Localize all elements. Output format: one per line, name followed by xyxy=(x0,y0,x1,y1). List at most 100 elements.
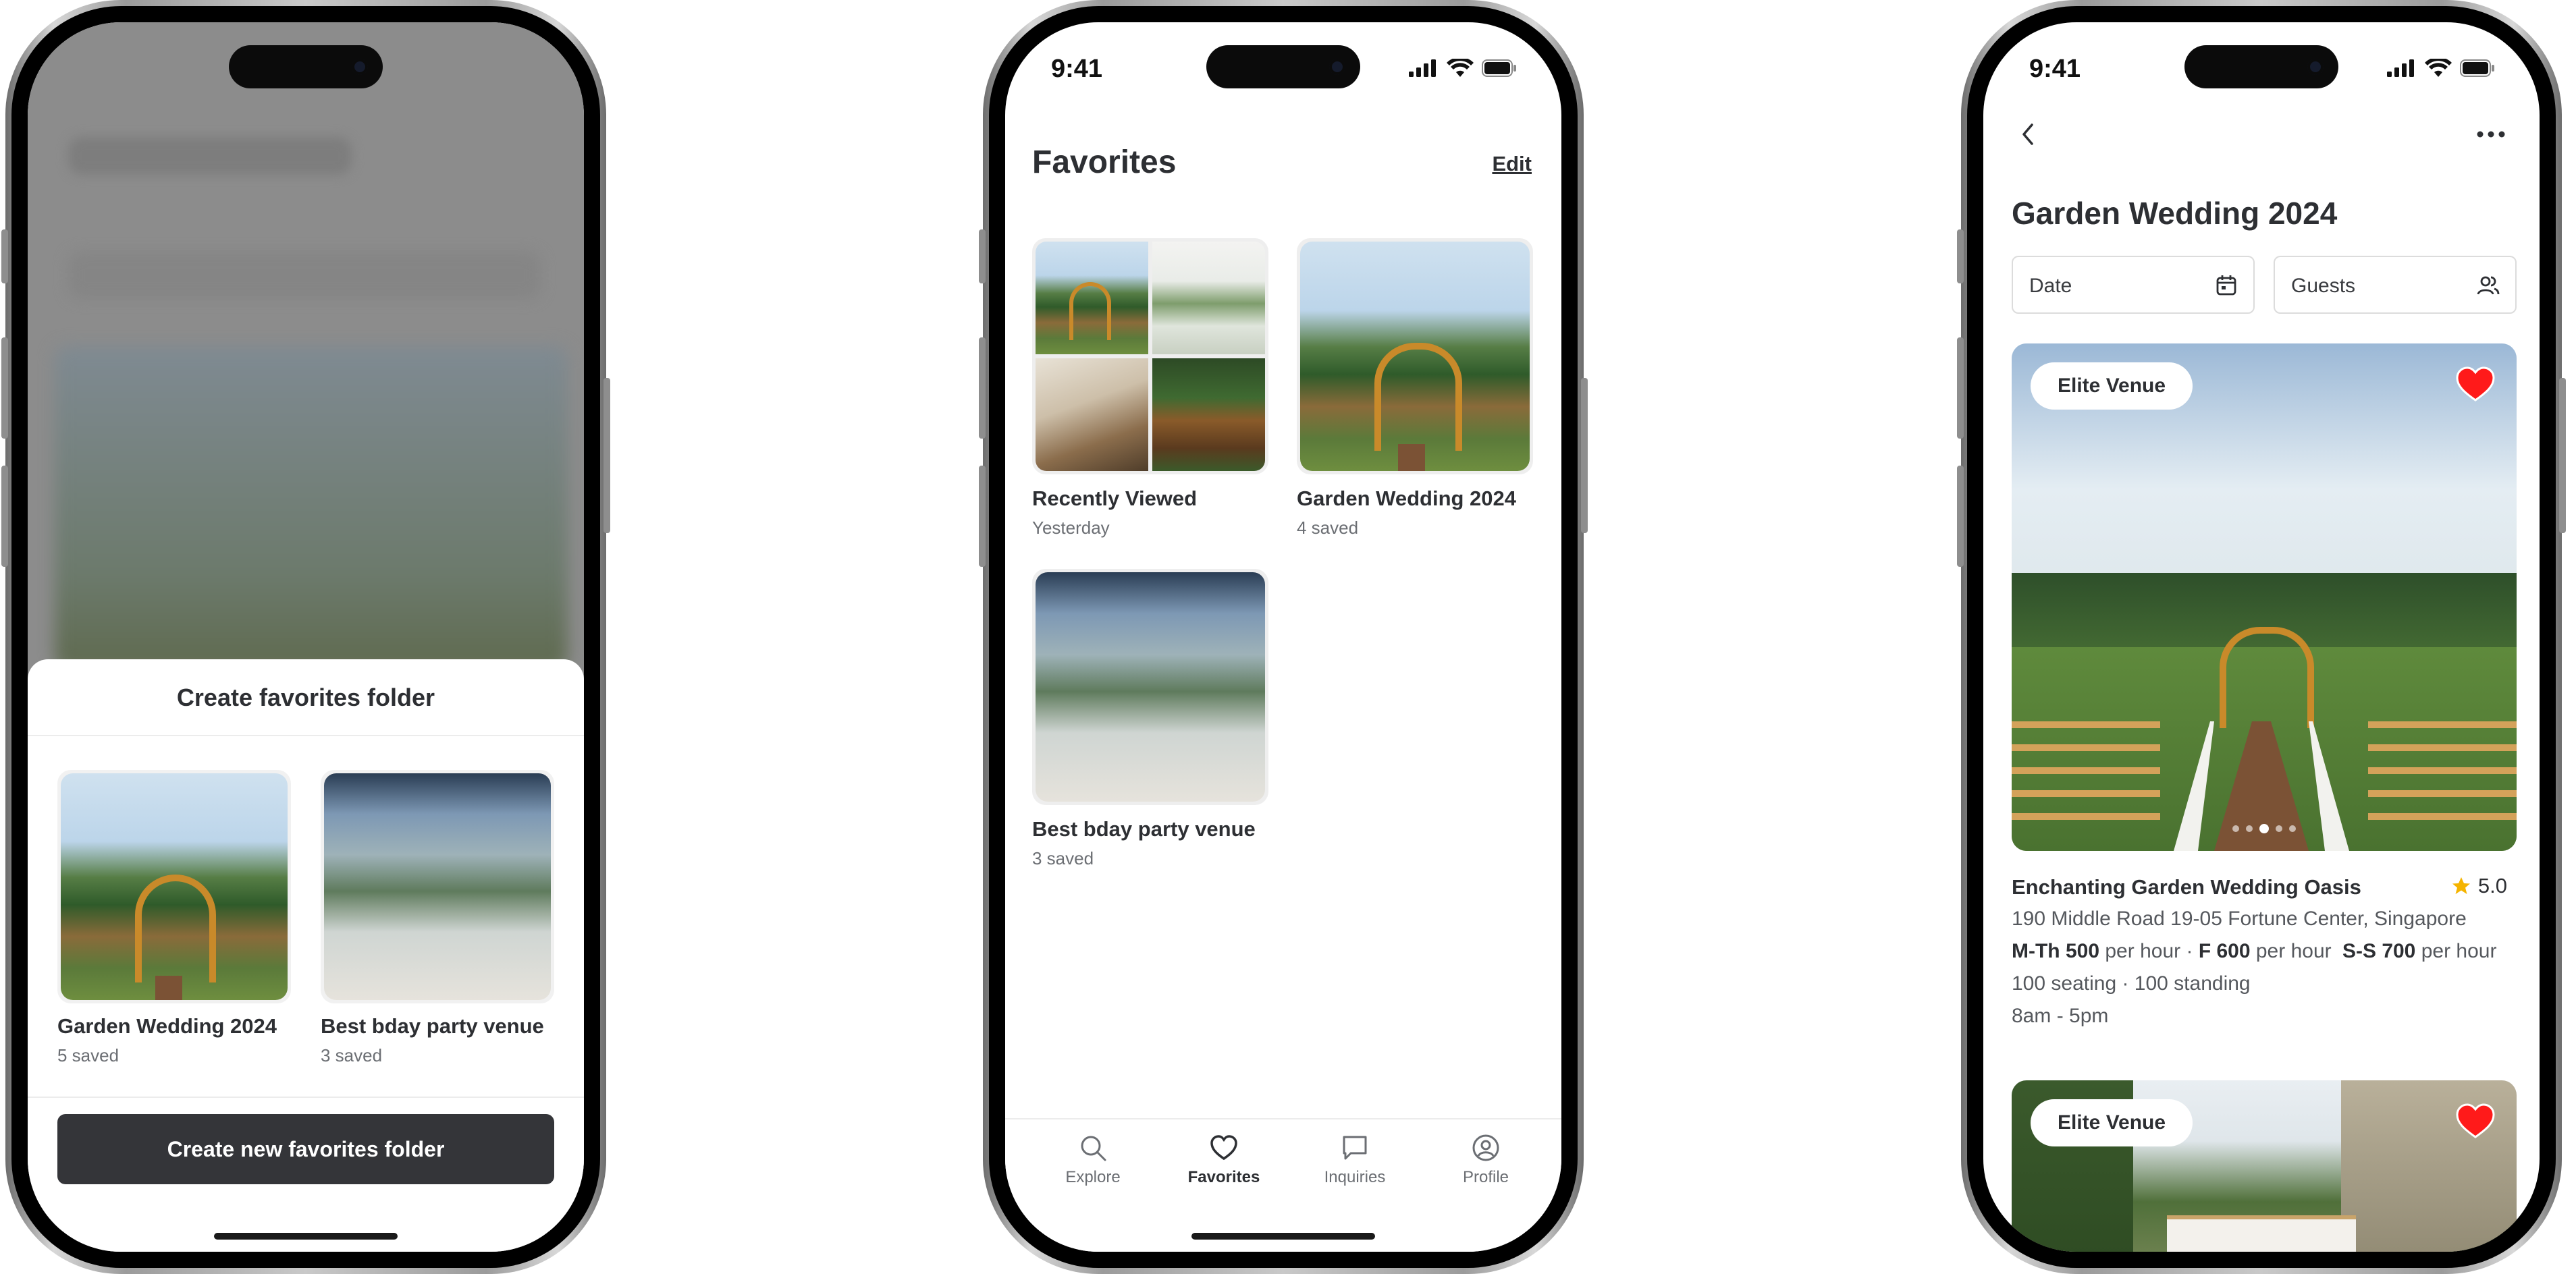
venue-photo[interactable]: Elite Venue xyxy=(2012,343,2517,851)
date-filter-label: Date xyxy=(2029,275,2072,297)
phone-favorites: 9:41 Favorites Edit Recently Viewed Yest… xyxy=(979,0,1588,1274)
venue-hours: 8am - 5pm xyxy=(2012,1005,2109,1027)
tab-label: Inquiries xyxy=(1324,1168,1386,1186)
heart-icon xyxy=(1210,1135,1237,1161)
guests-filter[interactable]: Guests xyxy=(2274,256,2517,314)
side-button xyxy=(1,229,8,283)
folder-name: Garden Wedding 2024 xyxy=(57,1014,277,1038)
thumbnail-mosaic xyxy=(1036,242,1265,471)
folder-card[interactable]: Garden Wedding 2024 4 saved xyxy=(1297,238,1533,538)
create-folder-button[interactable]: Create new favorites folder xyxy=(57,1114,554,1184)
folder-thumbnail xyxy=(1032,238,1268,474)
back-chevron-icon[interactable] xyxy=(2018,121,2039,148)
garden-photo xyxy=(1036,242,1148,354)
folder-name: Best bday party venue xyxy=(321,1014,544,1038)
date-filter[interactable]: Date xyxy=(2012,256,2255,314)
hall-photo xyxy=(1036,572,1265,802)
wifi-icon xyxy=(2425,59,2452,77)
hall-photo xyxy=(324,773,551,1000)
folder-count: 3 saved xyxy=(321,1045,383,1065)
tab-label: Profile xyxy=(1462,1168,1509,1186)
elite-venue-badge: Elite Venue xyxy=(2031,1099,2193,1146)
tab-label: Explore xyxy=(1065,1168,1121,1186)
tab-explore[interactable]: Explore xyxy=(1039,1133,1147,1187)
star-icon xyxy=(2452,877,2470,894)
side-button xyxy=(979,229,986,283)
tab-label: Favorites xyxy=(1187,1168,1260,1186)
edit-link[interactable]: Edit xyxy=(1492,152,1532,176)
screen: Create favorites folder Garden Wedding 2… xyxy=(28,22,584,1252)
separator-dot: · xyxy=(2186,940,2193,962)
side-button xyxy=(2559,378,2566,533)
folder-card[interactable]: Best bday party venue 3 saved xyxy=(1032,569,1268,869)
side-button xyxy=(1,337,8,439)
price-unit: per hour xyxy=(2105,940,2181,962)
dynamic-island xyxy=(229,45,383,88)
side-button xyxy=(1,466,8,567)
favorite-heart-icon[interactable] xyxy=(2456,366,2495,401)
folder-thumbnail xyxy=(1297,238,1533,474)
home-indicator xyxy=(1191,1233,1375,1240)
status-time: 9:41 xyxy=(1051,55,1103,83)
price-ss: S-S 700 xyxy=(2342,940,2416,962)
search-icon xyxy=(1081,1136,1106,1161)
folder-card[interactable]: Recently Viewed Yesterday xyxy=(1032,238,1268,538)
rating-value: 5.0 xyxy=(2477,874,2507,897)
folder-thumbnail xyxy=(321,770,554,1003)
screen: 9:41 Favorites Edit Recently Viewed Yest… xyxy=(1005,22,1561,1252)
garden-photo xyxy=(61,773,288,1000)
favorite-heart-icon[interactable] xyxy=(2456,1103,2495,1138)
folder-card[interactable]: Best bday party venue 3 saved xyxy=(321,770,554,1066)
garden-photo xyxy=(1300,242,1530,471)
elite-venue-badge: Elite Venue xyxy=(2031,362,2193,410)
phone-create-folder: Create favorites folder Garden Wedding 2… xyxy=(1,0,610,1274)
venue-address: 190 Middle Road 19-05 Fortune Center, Si… xyxy=(2012,908,2467,930)
tab-profile[interactable]: Profile xyxy=(1432,1133,1540,1187)
battery-icon xyxy=(2460,59,2494,77)
folder-name: Best bday party venue xyxy=(1032,817,1256,841)
status-time: 9:41 xyxy=(2029,55,2081,83)
folder-name: Garden Wedding 2024 xyxy=(1297,487,1517,510)
folder-name: Recently Viewed xyxy=(1032,487,1198,510)
venue-name[interactable]: Enchanting Garden Wedding Oasis xyxy=(2012,875,2361,899)
cabinet-photo xyxy=(1152,358,1265,471)
side-button xyxy=(1957,229,1964,283)
tab-favorites[interactable]: Favorites xyxy=(1170,1133,1278,1187)
home-indicator xyxy=(214,1233,398,1240)
side-button xyxy=(979,466,986,567)
status-bar: 9:41 xyxy=(1983,47,2540,87)
indoor-photo xyxy=(1036,358,1148,471)
side-button xyxy=(1957,337,1964,439)
guests-filter-label: Guests xyxy=(2291,275,2356,297)
profile-icon xyxy=(1472,1134,1499,1161)
folder-thumbnail xyxy=(1032,569,1268,805)
venue-pricing: M-Th 500 per hour · F 600 per hour S-S 7… xyxy=(2012,940,2496,963)
guests-icon xyxy=(2477,276,2500,295)
side-button xyxy=(603,378,610,533)
phone-folder-detail: 9:41 Garden Wedding 2024 Date Guests Eli… xyxy=(1957,0,2566,1274)
bottom-sheet: Create favorites folder Garden Wedding 2… xyxy=(28,659,584,1252)
price-unit: per hour xyxy=(2255,940,2332,962)
tent-photo xyxy=(1152,242,1265,354)
wifi-icon xyxy=(1447,59,1474,77)
folder-date: Yesterday xyxy=(1032,518,1110,538)
chat-icon xyxy=(1343,1136,1367,1160)
venue-photo[interactable]: Elite Venue xyxy=(2012,1080,2517,1252)
folder-card[interactable]: Garden Wedding 2024 5 saved xyxy=(57,770,291,1066)
page-title: Favorites xyxy=(1032,144,1177,180)
battery-icon xyxy=(1482,59,1516,77)
folder-thumbnail xyxy=(57,770,291,1003)
side-button xyxy=(979,337,986,439)
calendar-icon xyxy=(2216,275,2236,296)
tab-bar: Explore Favorites Inquiries Profile xyxy=(1005,1118,1561,1252)
price-unit: per hour xyxy=(2421,940,2497,962)
more-options-icon[interactable] xyxy=(2476,130,2506,138)
screen: 9:41 Garden Wedding 2024 Date Guests Eli… xyxy=(1983,22,2540,1252)
carousel-dots xyxy=(2232,824,2296,833)
venue-rating: 5.0 xyxy=(2451,874,2507,898)
cellular-signal-icon xyxy=(1409,59,1436,77)
sheet-title: Create favorites folder xyxy=(176,684,435,711)
status-bar: 9:41 xyxy=(1005,47,1561,87)
folder-count: 4 saved xyxy=(1297,518,1359,538)
tab-inquiries[interactable]: Inquiries xyxy=(1301,1133,1409,1187)
